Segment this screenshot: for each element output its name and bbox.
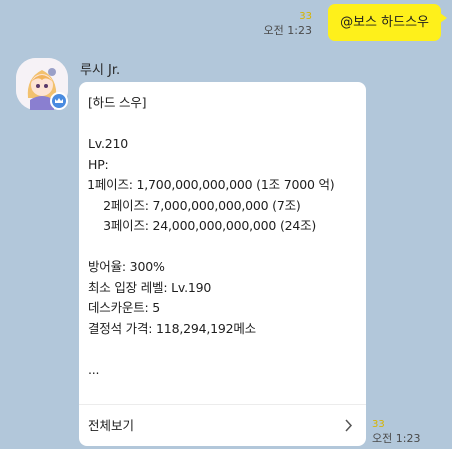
card-line: 2페이즈: 7,000,000,000,000 (7조) [88,197,301,213]
sender-name: 루시 Jr. [80,63,121,78]
view-all-button[interactable]: 전체보기 [79,405,366,446]
card-line: 방어율: 300% [88,259,165,274]
card-blank-line [88,339,358,360]
incoming-timestamp: 오전 1:23 [372,432,421,445]
card-blank-line [88,114,358,135]
card-line: Lv.210 [88,136,129,151]
chevron-right-icon [340,405,356,446]
card-line: ... [88,361,100,377]
card-line: 3페이즈: 24,000,000,000,000 (24조) [88,218,317,233]
view-all-label: 전체보기 [88,418,135,433]
crown-badge-icon [50,92,68,110]
incoming-info-card[interactable]: [하드 스우] Lv.210 HP: 1페이즈: 1,700,000,000,0… [79,82,366,446]
outgoing-unread-count: 33 [299,11,312,22]
card-line: 결정석 가격: 118,294,192메소 [88,320,256,336]
card-line: [하드 스우] [88,95,147,110]
outgoing-message-row: 33 오전 1:23 @보스 하드스우 [0,0,452,45]
card-line: HP: [88,156,109,172]
card-line: 최소 입장 레벨: Lv.190 [88,279,212,295]
card-line: 데스카운트: 5 [88,300,161,315]
outgoing-message-bubble[interactable]: @보스 하드스우 [328,4,447,41]
outgoing-timestamp: 오전 1:23 [263,24,312,37]
incoming-message-meta: 33 오전 1:23 [372,418,420,446]
card-body: [하드 스우] Lv.210 HP: 1페이즈: 1,700,000,000,0… [87,93,358,380]
incoming-unread-count: 33 [372,419,385,430]
card-line: 1페이즈: 1,700,000,000,000 (1조 7000 억) [87,177,335,192]
outgoing-message-meta: 33 오전 1:23 [264,10,312,38]
card-blank-line [88,237,358,258]
sender-avatar[interactable] [16,58,68,110]
